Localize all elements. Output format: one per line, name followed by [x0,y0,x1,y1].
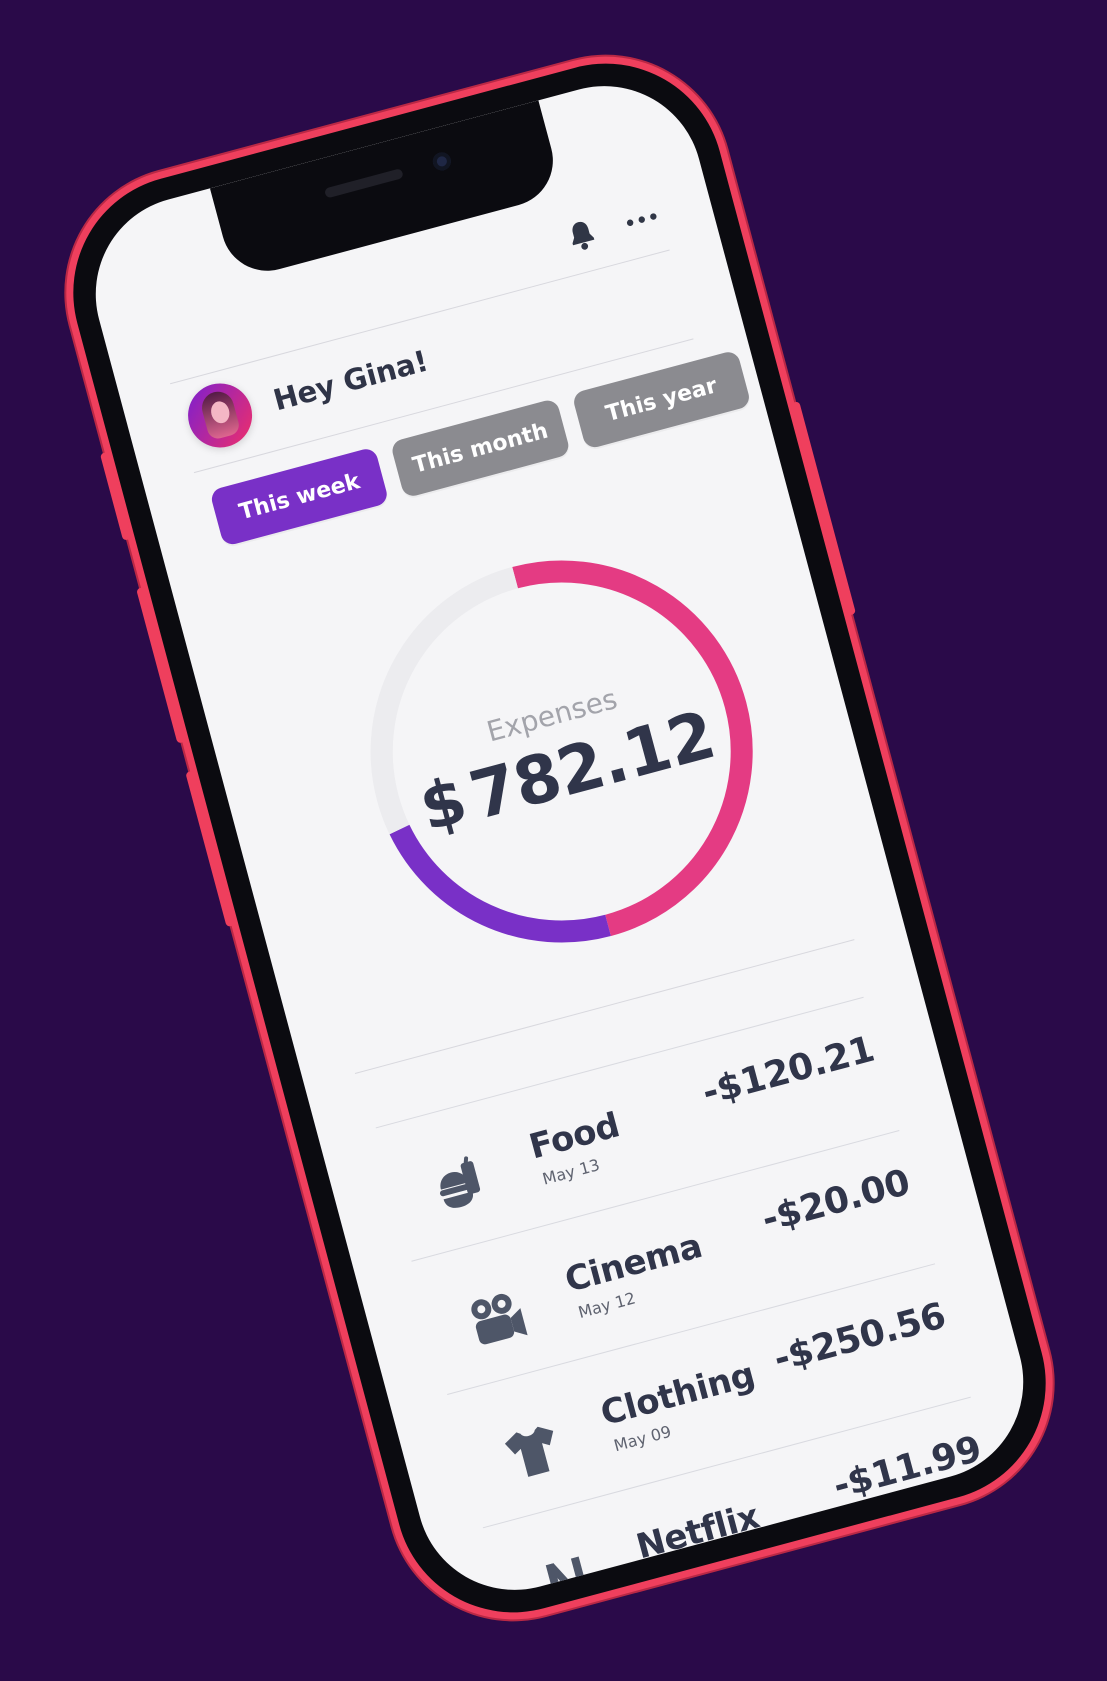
stage: Hey Gina! This week This month This year… [0,0,1107,1681]
greeting-section: Hey Gina! [180,329,435,455]
transaction-title: Clothing [596,1354,759,1435]
transaction-amount: -$120.21 [698,1028,879,1114]
currency-symbol: $ [412,763,474,847]
food-icon [422,1146,500,1224]
camera-icon [458,1279,536,1357]
transactions-list: Food May 13 -$120.21 Cinema May 12 -$20.… [360,993,1022,1612]
avatar[interactable] [180,376,260,455]
more-icon[interactable] [617,195,666,244]
greeting-text: Hey Gina! [269,343,432,418]
transaction-title: Cinema [560,1225,707,1301]
transaction-title: Food [525,1105,624,1168]
phone-mockup: Hey Gina! This week This month This year… [46,37,1073,1639]
transaction-amount: -$250.56 [769,1295,950,1381]
shirt-icon [494,1413,572,1491]
transaction-amount: -$20.00 [757,1161,915,1241]
donut-center: Expenses $782.12 [298,488,825,1015]
bell-icon[interactable] [557,211,606,260]
expenses-donut: Expenses $782.12 [298,488,825,1015]
